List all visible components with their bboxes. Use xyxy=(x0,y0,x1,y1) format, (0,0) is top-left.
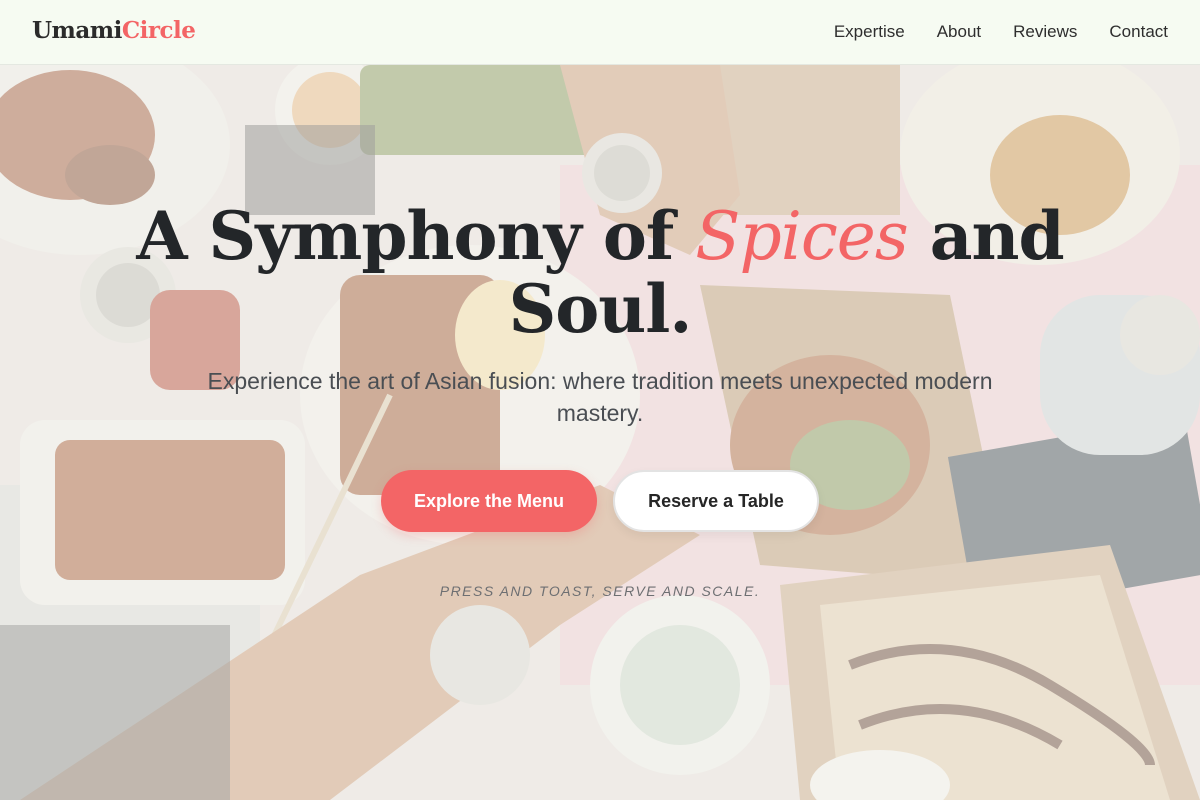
hero-section: A Symphony of Spices and Soul. Experienc… xyxy=(0,65,1200,800)
logo-text-main: Umami xyxy=(32,17,122,44)
hero-subtitle: Experience the art of Asian fusion: wher… xyxy=(207,368,993,426)
nav-link-about[interactable]: About xyxy=(937,22,981,42)
headline-accent-word: Spices xyxy=(695,198,908,275)
nav-link-expertise[interactable]: Expertise xyxy=(834,22,905,42)
nav-link-contact[interactable]: Contact xyxy=(1109,22,1168,42)
logo-text-accent: Circle xyxy=(121,17,196,44)
headline-text-start: A Symphony of xyxy=(136,197,696,275)
hero-headline: A Symphony of Spices and Soul. xyxy=(100,200,1100,345)
hero-content: A Symphony of Spices and Soul. Experienc… xyxy=(0,65,1200,800)
main-nav: Expertise About Reviews Contact xyxy=(834,22,1168,42)
logo[interactable]: UmamiCircle xyxy=(32,17,196,44)
site-header: UmamiCircle Expertise About Reviews Cont… xyxy=(0,0,1200,65)
reserve-table-button[interactable]: Reserve a Table xyxy=(613,470,819,532)
explore-menu-button[interactable]: Explore the Menu xyxy=(381,470,597,532)
nav-link-reviews[interactable]: Reviews xyxy=(1013,22,1077,42)
hero-tagline: PRESS AND TOAST, SERVE AND SCALE. xyxy=(439,583,761,599)
